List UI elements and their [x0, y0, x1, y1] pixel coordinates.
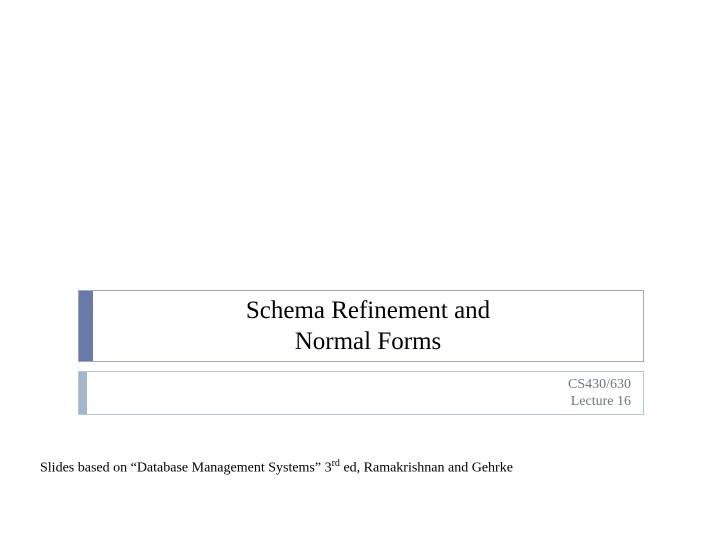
- title-accent-bar: [79, 291, 93, 361]
- slide-subtitle: CS430/630 Lecture 16: [87, 372, 643, 414]
- footer-note: Slides based on “Database Management Sys…: [40, 458, 513, 477]
- subtitle-accent-bar: [79, 372, 87, 414]
- footer-suffix: ed, Ramakrishnan and Gehrke: [340, 461, 513, 476]
- subtitle-box: CS430/630 Lecture 16: [78, 371, 644, 415]
- title-box: Schema Refinement and Normal Forms: [78, 290, 644, 362]
- slide: Schema Refinement and Normal Forms CS430…: [0, 0, 720, 540]
- subtitle-line-2: Lecture 16: [571, 393, 631, 411]
- slide-title: Schema Refinement and Normal Forms: [93, 291, 643, 361]
- footer-superscript: rd: [332, 458, 340, 469]
- title-line-1: Schema Refinement and: [246, 295, 490, 326]
- footer-prefix: Slides based on “Database Management Sys…: [40, 461, 332, 476]
- subtitle-line-1: CS430/630: [568, 376, 631, 394]
- title-line-2: Normal Forms: [295, 326, 442, 357]
